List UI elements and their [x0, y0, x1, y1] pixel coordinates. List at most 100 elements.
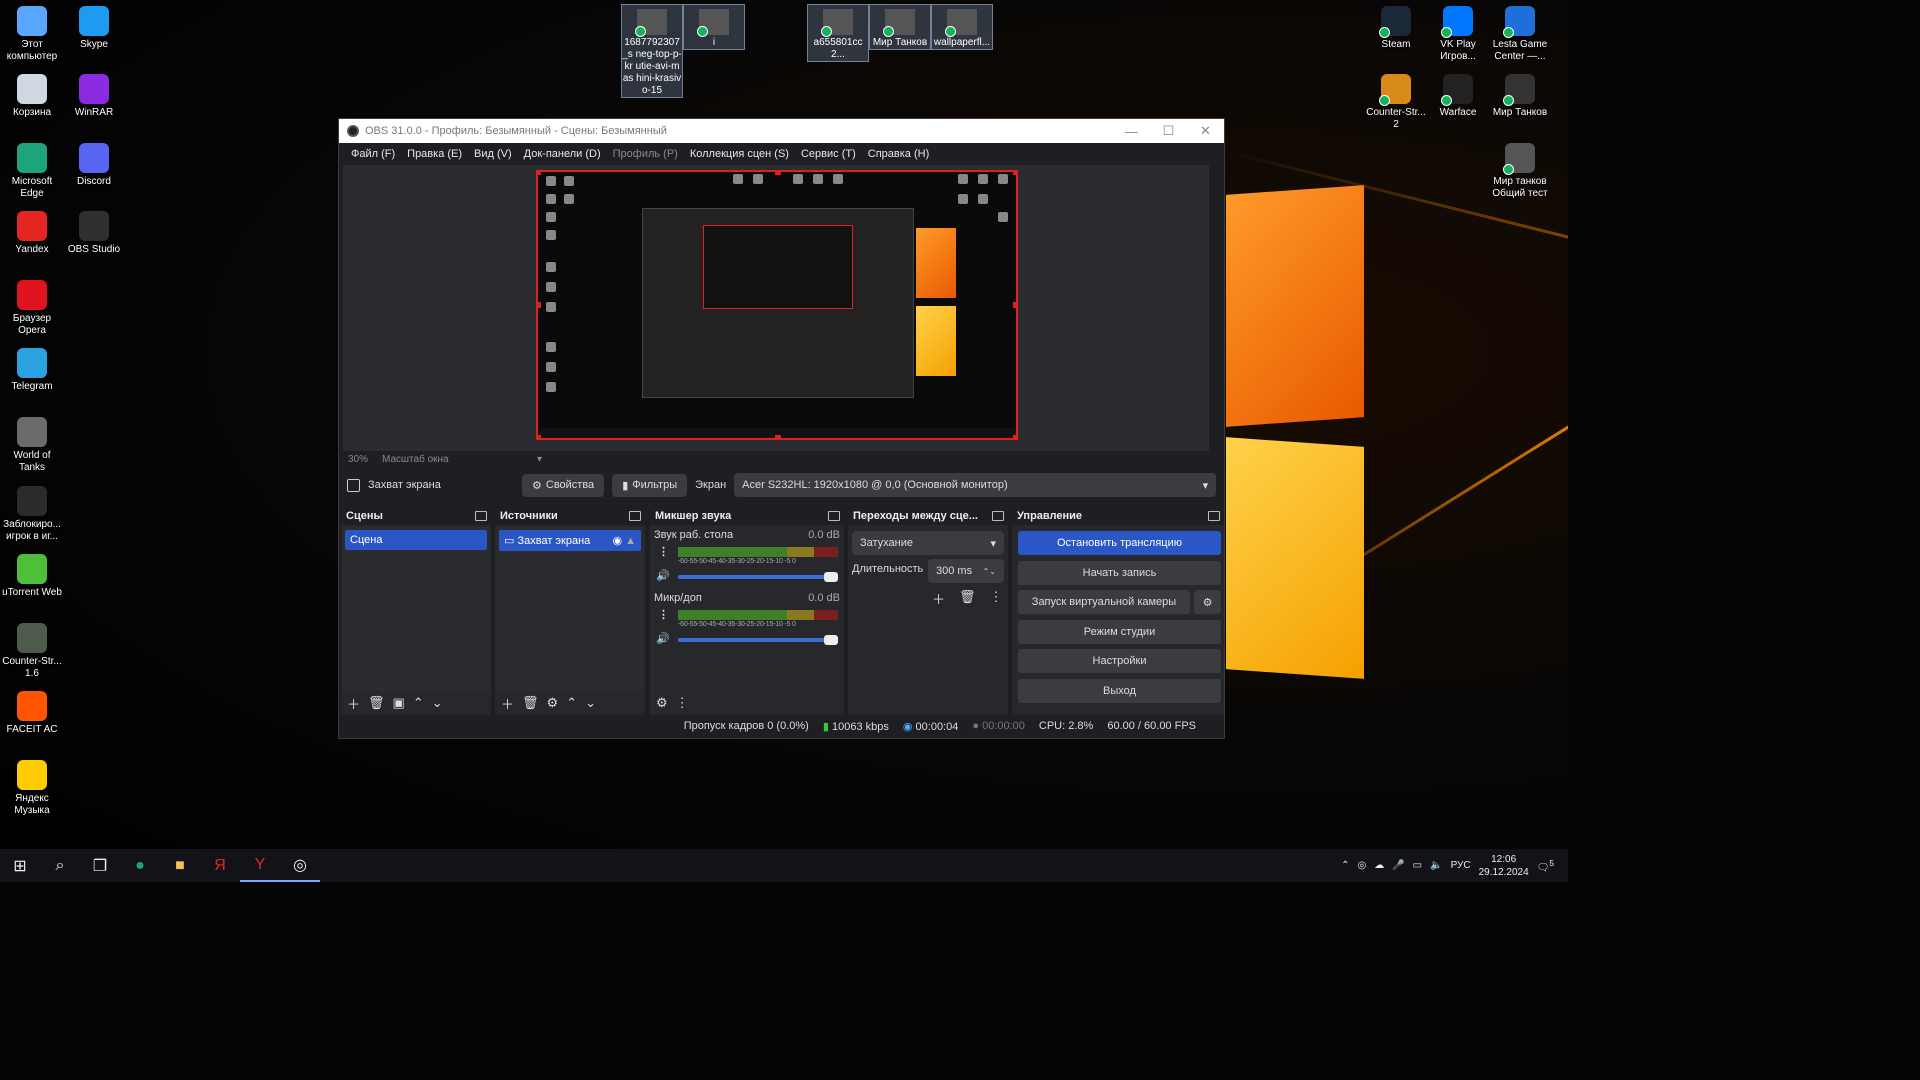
notifications-icon[interactable]: 🗨5 [1537, 858, 1554, 873]
menu-help[interactable]: Справка (H) [862, 148, 935, 160]
source-checkbox[interactable] [347, 478, 360, 492]
desktop-icon[interactable]: Counter-Str... 2 [1364, 74, 1428, 131]
properties-button[interactable]: ⚙ Свойства [522, 473, 605, 497]
desktop-icon[interactable]: VK Play Игров... [1426, 6, 1490, 63]
transition-select[interactable]: Затухание ▾ [852, 531, 1004, 555]
trash-icon[interactable]: 🗑 [368, 695, 385, 711]
undock-icon[interactable] [992, 511, 1004, 521]
menu-view[interactable]: Вид (V) [468, 148, 518, 160]
desktop-icon[interactable]: Яндекс Музыка [0, 760, 64, 817]
preview-canvas[interactable] [536, 170, 1018, 440]
desktop-file[interactable]: Мир Танков [869, 4, 931, 50]
chevron-up-icon[interactable]: ⌃ [1341, 860, 1349, 871]
add-icon[interactable]: ＋ [347, 694, 360, 713]
obs-tray-icon[interactable]: ◎ [1357, 860, 1366, 871]
obs-taskbar-icon[interactable]: ◎ [280, 849, 320, 882]
desktop-icon[interactable]: Microsoft Edge [0, 143, 64, 200]
speaker-icon[interactable]: 🔊 [656, 569, 670, 582]
arrow-up-icon[interactable]: ⌃ [413, 695, 424, 711]
minimize-button[interactable]: — [1113, 124, 1150, 139]
arrow-down-icon[interactable]: ⌄ [432, 695, 443, 711]
maximize-button[interactable]: ☐ [1150, 123, 1187, 139]
desktop-icon[interactable]: Корзина [0, 74, 64, 119]
desktop-icon[interactable]: Заблокиро... игрок в иг... [0, 486, 64, 543]
close-button[interactable]: ✕ [1187, 123, 1224, 139]
filters-button[interactable]: ▮ Фильтры [612, 473, 688, 497]
microphone-icon[interactable]: 🎤 [1392, 860, 1404, 871]
desktop-icon[interactable]: Мир танков Общий тест [1488, 143, 1552, 200]
desktop-icon[interactable]: Skype [62, 6, 126, 51]
screen-select[interactable]: Acer S232HL: 1920x1080 @ 0,0 (Основной м… [734, 473, 1217, 497]
desktop-icon[interactable]: Lesta Game Center —... [1488, 6, 1552, 63]
windows-start-icon[interactable]: ⊞ [0, 849, 40, 882]
gear-icon[interactable]: ⚙ [656, 695, 668, 711]
source-item[interactable]: ▭ Захват экрана ◉ ▲ [499, 530, 641, 551]
desktop-icon[interactable]: Telegram [0, 348, 64, 393]
preview-area[interactable] [343, 165, 1209, 451]
desktop-icon[interactable]: World of Tanks [0, 417, 64, 474]
desktop-icon[interactable]: Браузер Opera [0, 280, 64, 337]
desktop-icon[interactable]: Discord [62, 143, 126, 188]
obs-titlebar[interactable]: OBS 31.0.0 - Профиль: Безымянный - Сцены… [339, 119, 1224, 143]
settings-button[interactable]: Настройки [1018, 649, 1221, 673]
task-view-icon[interactable]: ❐ [80, 849, 120, 882]
start-recording-button[interactable]: Начать запись [1018, 561, 1221, 585]
undock-icon[interactable] [1208, 511, 1220, 521]
studio-mode-button[interactable]: Режим студии [1018, 620, 1221, 644]
desktop-file[interactable]: 1687792307_s neg-top-p-kr utie-avi-mas h… [621, 4, 683, 98]
stop-stream-button[interactable]: Остановить трансляцию [1018, 531, 1221, 555]
desktop-icon[interactable]: Counter-Str... 1.6 [0, 623, 64, 680]
desktop-icon[interactable]: Steam [1364, 6, 1428, 51]
desktop-file[interactable]: wallpaperfl... [931, 4, 993, 50]
duration-spinbox[interactable]: 300 ms ⌃⌄ [928, 559, 1004, 583]
volume-slider[interactable] [678, 572, 838, 582]
more-icon[interactable]: ⋮ [658, 608, 669, 621]
cloud-icon[interactable]: ☁ [1374, 860, 1384, 871]
menu-tools[interactable]: Сервис (T) [795, 148, 862, 160]
eye-icon[interactable]: ◉ [612, 535, 622, 547]
desktop-icon[interactable]: Мир Танков [1488, 74, 1552, 119]
arrow-up-icon[interactable]: ⌃ [566, 695, 577, 711]
trash-icon[interactable]: 🗑 [522, 695, 539, 711]
undock-icon[interactable] [475, 511, 487, 521]
menu-edit[interactable]: Правка (E) [401, 148, 468, 160]
gear-icon[interactable]: ⚙ [547, 695, 559, 711]
volume-icon[interactable]: 🔈 [1430, 860, 1442, 871]
desktop-icon[interactable]: WinRAR [62, 74, 126, 119]
menu-file[interactable]: Файл (F) [345, 148, 401, 160]
lock-icon[interactable]: ▲ [625, 535, 636, 547]
network-icon[interactable]: ▭ [1413, 860, 1422, 871]
clock[interactable]: 12:06 29.12.2024 [1479, 853, 1529, 879]
add-icon[interactable]: ＋ [932, 589, 945, 608]
yandex-browser-icon[interactable]: Y [240, 849, 280, 882]
file-explorer-icon[interactable]: ■ [160, 849, 200, 882]
virtual-camera-settings-button[interactable]: ⚙ [1194, 590, 1221, 614]
desktop-file[interactable]: i [683, 4, 745, 50]
speaker-icon[interactable]: 🔊 [656, 632, 670, 645]
chevron-down-icon[interactable]: ▾ [537, 454, 542, 465]
more-icon[interactable]: ⋮ [658, 545, 669, 558]
undock-icon[interactable] [629, 511, 641, 521]
search-icon[interactable]: ⌕ [40, 849, 80, 882]
trash-icon[interactable]: 🗑 [959, 589, 976, 608]
desktop-icon[interactable]: Этот компьютер [0, 6, 64, 63]
scene-item[interactable]: Сцена [345, 530, 487, 550]
undock-icon[interactable] [828, 511, 840, 521]
yandex-icon[interactable]: Я [200, 849, 240, 882]
desktop-icon[interactable]: uTorrent Web [0, 554, 64, 599]
filter-icon[interactable]: ▣ [393, 695, 405, 711]
arrow-down-icon[interactable]: ⌄ [585, 695, 596, 711]
more-icon[interactable]: ⋮ [676, 695, 689, 711]
language-indicator[interactable]: РУС [1451, 860, 1471, 871]
menu-scene-collection[interactable]: Коллекция сцен (S) [684, 148, 795, 160]
add-icon[interactable]: ＋ [501, 694, 514, 713]
menu-profile[interactable]: Профиль (P) [607, 148, 684, 160]
menu-docks[interactable]: Док-панели (D) [518, 148, 607, 160]
more-icon[interactable]: ⋮ [990, 589, 1003, 608]
volume-slider[interactable] [678, 635, 838, 645]
desktop-icon[interactable]: Yandex [0, 211, 64, 256]
edge-icon[interactable]: ● [120, 849, 160, 882]
exit-button[interactable]: Выход [1018, 679, 1221, 703]
desktop-icon[interactable]: FACEIT AC [0, 691, 64, 736]
desktop-icon[interactable]: OBS Studio [62, 211, 126, 256]
